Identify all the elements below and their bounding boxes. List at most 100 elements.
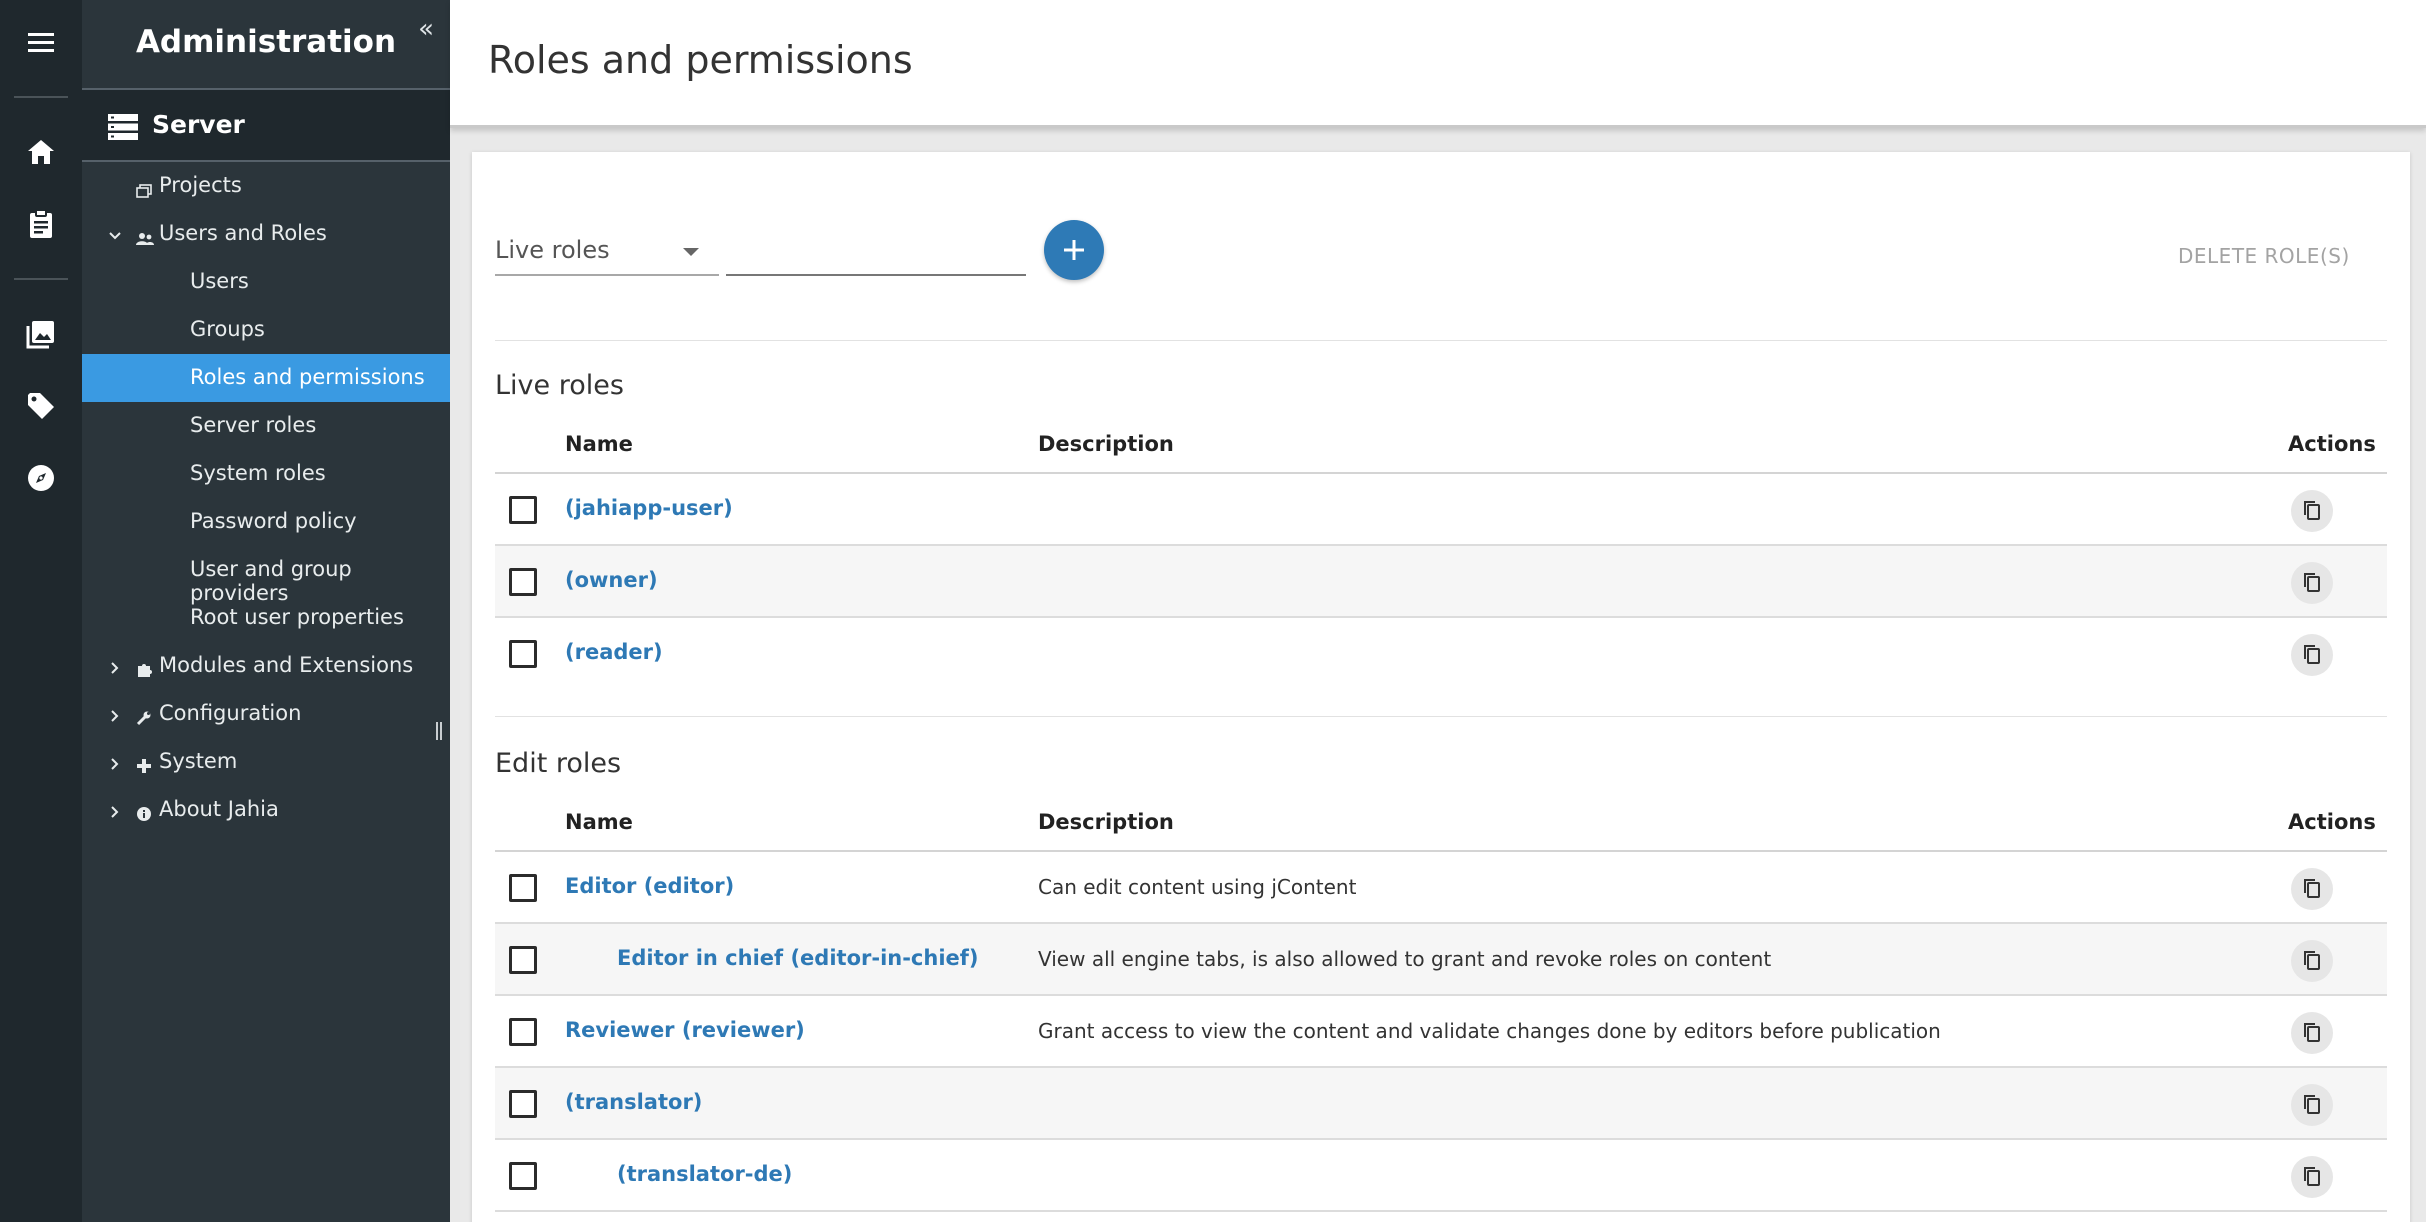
copy-icon xyxy=(2304,501,2320,520)
copy-icon xyxy=(2304,573,2320,592)
role-name-link[interactable]: Editor (editor) xyxy=(565,874,734,898)
edit-roles-title: Edit roles xyxy=(495,748,622,779)
row-checkbox[interactable] xyxy=(509,874,537,902)
copy-role-button[interactable] xyxy=(2291,1012,2333,1054)
home-icon[interactable] xyxy=(0,124,82,180)
info-icon xyxy=(136,803,152,827)
table-row[interactable]: (jahiapp-user) xyxy=(495,474,2387,546)
row-checkbox[interactable] xyxy=(509,496,537,524)
server-label: Server xyxy=(152,110,245,139)
table-row[interactable]: (translator-de) xyxy=(495,1140,2387,1212)
chevron-right-icon[interactable] xyxy=(108,800,122,824)
sidebar-item-root-user-properties[interactable]: Root user properties xyxy=(82,594,450,642)
compass-icon[interactable] xyxy=(0,450,82,506)
role-name-link[interactable]: Editor in chief (editor-in-chief) xyxy=(617,946,979,970)
sidebar-item-label: Roles and permissions xyxy=(190,365,425,389)
copy-role-button[interactable] xyxy=(2291,1084,2333,1126)
system-icon xyxy=(136,755,152,779)
sidebar-item-label: About Jahia xyxy=(159,797,279,821)
menu-icon[interactable] xyxy=(0,14,82,70)
copy-icon xyxy=(2304,1023,2320,1042)
copy-role-button[interactable] xyxy=(2291,868,2333,910)
role-name-input[interactable] xyxy=(726,232,1026,276)
copy-icon xyxy=(2304,951,2320,970)
sidebar-item-label: Projects xyxy=(159,173,242,197)
row-checkbox[interactable] xyxy=(509,568,537,596)
sidebar-item-groups[interactable]: Groups xyxy=(82,306,450,354)
sidebar-item-label: Modules and Extensions xyxy=(159,653,414,677)
icon-rail xyxy=(0,0,82,1222)
sidebar-item-users[interactable]: Users xyxy=(82,258,450,306)
chevron-right-icon[interactable] xyxy=(108,656,122,680)
copy-role-button[interactable] xyxy=(2291,490,2333,532)
admin-sidebar: Administration « Server Projects Users a… xyxy=(82,0,450,1222)
role-type-select[interactable]: Live roles xyxy=(495,232,719,276)
role-name-link[interactable]: (translator-de) xyxy=(617,1162,792,1186)
sidebar-item-projects[interactable]: Projects xyxy=(82,162,450,210)
table-row[interactable]: Editor in chief (editor-in-chief) View a… xyxy=(495,924,2387,996)
sidebar-item-label: Server roles xyxy=(190,413,317,437)
sidebar-item-about-jahia[interactable]: About Jahia xyxy=(82,786,450,834)
sidebar-item-label: Password policy xyxy=(190,509,357,533)
table-row[interactable]: (translator) xyxy=(495,1068,2387,1140)
row-checkbox[interactable] xyxy=(509,1018,537,1046)
sidebar-resize-handle[interactable] xyxy=(436,722,442,740)
row-checkbox[interactable] xyxy=(509,946,537,974)
plus-icon xyxy=(1064,240,1084,260)
caret-down-icon xyxy=(683,248,699,256)
role-name-link[interactable]: (owner) xyxy=(565,568,658,592)
page-title: Roles and permissions xyxy=(488,38,913,82)
copy-role-button[interactable] xyxy=(2291,562,2333,604)
row-checkbox[interactable] xyxy=(509,1090,537,1118)
table-row[interactable]: Editor (editor) Can edit content using j… xyxy=(495,852,2387,924)
sidebar-header: Administration « xyxy=(82,0,450,90)
chevron-right-icon[interactable] xyxy=(108,752,122,776)
column-header-name: Name xyxy=(565,810,633,834)
sidebar-item-label: Root user properties xyxy=(190,605,404,629)
sidebar-item-system[interactable]: System xyxy=(82,738,450,786)
sidebar-item-label: Groups xyxy=(190,317,265,341)
collapse-sidebar-icon[interactable]: « xyxy=(418,14,434,44)
sidebar-item-label: Configuration xyxy=(159,701,302,725)
role-name-link[interactable]: (jahiapp-user) xyxy=(565,496,733,520)
role-name-link[interactable]: (reader) xyxy=(565,640,663,664)
copy-role-button[interactable] xyxy=(2291,1156,2333,1198)
sidebar-title: Administration xyxy=(135,24,397,60)
sidebar-item-label: Users and Roles xyxy=(159,221,327,245)
sidebar-item-modules-and-extensions[interactable]: Modules and Extensions xyxy=(82,642,450,690)
sidebar-item-system-roles[interactable]: System roles xyxy=(82,450,450,498)
add-role-button[interactable] xyxy=(1044,220,1104,280)
tag-icon[interactable] xyxy=(0,378,82,434)
column-header-actions: Actions xyxy=(2288,432,2376,456)
copy-icon xyxy=(2304,879,2320,898)
sidebar-server-header[interactable]: Server xyxy=(82,90,450,162)
users-icon xyxy=(136,227,154,251)
clipboard-icon[interactable] xyxy=(0,196,82,252)
sidebar-item-password-policy[interactable]: Password policy xyxy=(82,498,450,546)
column-header-actions: Actions xyxy=(2288,810,2376,834)
column-header-description: Description xyxy=(1038,432,1174,456)
table-row[interactable]: (owner) xyxy=(495,546,2387,618)
copy-role-button[interactable] xyxy=(2291,634,2333,676)
delete-roles-button[interactable]: DELETE ROLE(S) xyxy=(2178,244,2350,268)
table-row[interactable]: Reviewer (reviewer) Grant access to view… xyxy=(495,996,2387,1068)
copy-icon xyxy=(2304,1167,2320,1186)
role-name-link[interactable]: Reviewer (reviewer) xyxy=(565,1018,805,1042)
sidebar-item-label: System xyxy=(159,749,238,773)
roles-card: Live roles DELETE ROLE(S) Live roles Nam… xyxy=(472,152,2410,1222)
row-checkbox[interactable] xyxy=(509,1162,537,1190)
puzzle-icon xyxy=(136,659,152,683)
copy-role-button[interactable] xyxy=(2291,940,2333,982)
row-checkbox[interactable] xyxy=(509,640,537,668)
chevron-down-icon[interactable] xyxy=(108,224,122,248)
sidebar-item-roles-and-permissions[interactable]: Roles and permissions xyxy=(82,354,450,402)
sidebar-item-users-and-roles[interactable]: Users and Roles xyxy=(82,210,450,258)
image-icon[interactable] xyxy=(0,306,82,362)
chevron-right-icon[interactable] xyxy=(108,704,122,728)
table-row[interactable]: (reader) xyxy=(495,618,2387,690)
sidebar-item-configuration[interactable]: Configuration xyxy=(82,690,450,738)
sidebar-item-server-roles[interactable]: Server roles xyxy=(82,402,450,450)
sidebar-item-user-and-group-providers[interactable]: User and group providers xyxy=(82,546,450,605)
column-header-name: Name xyxy=(565,432,633,456)
role-name-link[interactable]: (translator) xyxy=(565,1090,702,1114)
